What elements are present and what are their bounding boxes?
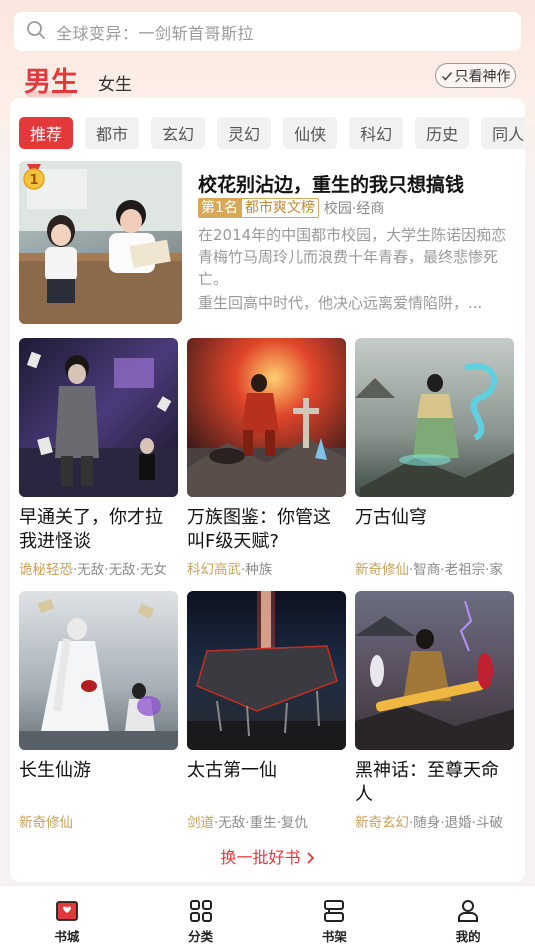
gender-tabs: 男生 女生 [24, 60, 132, 99]
featured-description-more: 重生回高中时代，他决心远离爱情陷阱，... [198, 294, 483, 312]
search-bar[interactable]: 全球变异：一剑斩首哥斯拉 [14, 12, 521, 51]
book-tags: 新奇修仙·智商·老祖宗·家 [355, 558, 515, 578]
book-title[interactable]: 太古第一仙 [187, 759, 347, 807]
book-title[interactable]: 万族图鉴：你管这叫F级天赋? [187, 506, 347, 554]
book-cover[interactable] [19, 591, 178, 750]
book-main-tag: 诡秘轻恐 [19, 562, 73, 578]
tab-male[interactable]: 男生 [24, 60, 78, 99]
bottom-nav: 书城 分类 书架 我的 [0, 885, 535, 951]
book-cover[interactable] [187, 591, 346, 750]
category-tab-recommend[interactable]: 推荐 [19, 117, 74, 149]
rank-medal-icon: 1 [23, 164, 45, 190]
nav-bookstore-label: 书城 [54, 929, 80, 944]
category-tab-fantasy[interactable]: 玄幻 [151, 117, 206, 149]
book-extra-tags: ·随身·退婚·斗破 [409, 815, 503, 831]
book-item[interactable]: 太古第一仙 剑道·无敌·重生·复仇 [187, 591, 347, 831]
book-title[interactable]: 长生仙游 [19, 759, 179, 807]
bookshelf-icon [324, 900, 345, 922]
category-tab-urban[interactable]: 都市 [85, 117, 140, 149]
category-tab-xianxia[interactable]: 仙侠 [283, 117, 338, 149]
only-masterpiece-label: 只看神作 [454, 68, 511, 85]
nav-bookshelf-label: 书架 [321, 929, 347, 944]
featured-book-cover[interactable]: 1 [19, 161, 182, 324]
book-tags: 新奇修仙 [19, 811, 179, 831]
book-cover[interactable] [187, 338, 346, 497]
refresh-books-label: 换一批好书 [220, 848, 301, 867]
book-tags: 科幻高武·种族 [187, 558, 347, 578]
category-tab-scifi[interactable]: 科幻 [349, 117, 404, 149]
book-tags: 新奇玄幻·随身·退婚·斗破 [355, 811, 515, 831]
rank-position: 第1名 [198, 198, 241, 218]
only-masterpiece-toggle[interactable]: 只看神作 [435, 63, 516, 88]
book-main-tag: 新奇修仙 [19, 815, 73, 831]
book-title[interactable]: 早通关了，你才拉我进怪谈 [19, 506, 179, 554]
person-icon [458, 900, 479, 922]
featured-book-title[interactable]: 校花别沾边，重生的我只想搞钱 [198, 170, 464, 197]
featured-description: 在2014年的中国都市校园，大学生陈诺因痴恋青梅竹马周玲儿而浪费十年青春，最终悲… [198, 226, 507, 288]
rank-medal-number: 1 [29, 173, 38, 188]
category-tab-fanfic[interactable]: 同人 [481, 117, 525, 149]
featured-subgenre: 校园·经商 [323, 201, 385, 217]
book-cover[interactable] [355, 338, 514, 497]
book-item[interactable]: 早通关了，你才拉我进怪谈 诡秘轻恐·无敌·无敌·无女 [19, 338, 179, 578]
book-tags: 剑道·无敌·重生·复仇 [187, 811, 347, 831]
search-placeholder: 全球变异：一剑斩首哥斯拉 [56, 23, 255, 43]
book-main-tag: 新奇修仙 [355, 562, 409, 578]
grid-icon [189, 900, 212, 922]
search-icon [26, 20, 46, 44]
bookstore-icon [55, 901, 78, 921]
book-item[interactable]: 万族图鉴：你管这叫F级天赋? 科幻高武·种族 [187, 338, 347, 578]
recommend-card: 推荐 都市 玄幻 灵幻 仙侠 科幻 历史 同人 1 校花别沾边，重生的我只想搞钱… [10, 98, 525, 882]
book-main-tag: 剑道 [187, 815, 214, 831]
check-icon [441, 71, 452, 81]
book-item[interactable]: 万古仙穹 新奇修仙·智商·老祖宗·家 [355, 338, 515, 578]
category-tab-history[interactable]: 历史 [415, 117, 470, 149]
rank-list-name[interactable]: 都市爽文榜 [240, 198, 319, 218]
book-title[interactable]: 万古仙穹 [355, 506, 515, 554]
book-item[interactable]: 黑神话：至尊天命人 新奇玄幻·随身·退婚·斗破 [355, 591, 515, 831]
refresh-books-button[interactable]: 换一批好书 [10, 844, 525, 868]
book-title[interactable]: 黑神话：至尊天命人 [355, 759, 515, 807]
chevron-right-icon [306, 852, 314, 864]
nav-bookshelf[interactable]: 书架 [268, 886, 402, 951]
book-tags: 诡秘轻恐·无敌·无敌·无女 [19, 558, 179, 578]
nav-category[interactable]: 分类 [134, 886, 268, 951]
nav-bookstore[interactable]: 书城 [0, 886, 134, 951]
tab-female[interactable]: 女生 [98, 70, 132, 95]
featured-book-tags: 第1名 都市爽文榜 校园·经商 [198, 198, 384, 218]
category-tab-supernatural[interactable]: 灵幻 [217, 117, 272, 149]
book-item[interactable]: 长生仙游 新奇修仙 [19, 591, 179, 831]
book-cover[interactable] [355, 591, 514, 750]
category-tabs: 推荐 都市 玄幻 灵幻 仙侠 科幻 历史 同人 [19, 117, 525, 149]
book-extra-tags: ·无敌·重生·复仇 [214, 815, 308, 831]
book-main-tag: 新奇玄幻 [355, 815, 409, 831]
nav-mine[interactable]: 我的 [401, 886, 535, 951]
nav-category-label: 分类 [188, 929, 214, 944]
book-main-tag: 科幻高武 [187, 562, 241, 578]
nav-mine-label: 我的 [455, 929, 481, 944]
book-extra-tags: ·无敌·无敌·无女 [73, 562, 167, 578]
book-extra-tags: ·智商·老祖宗·家 [409, 562, 503, 578]
book-extra-tags: ·种族 [241, 562, 273, 578]
book-cover[interactable] [19, 338, 178, 497]
